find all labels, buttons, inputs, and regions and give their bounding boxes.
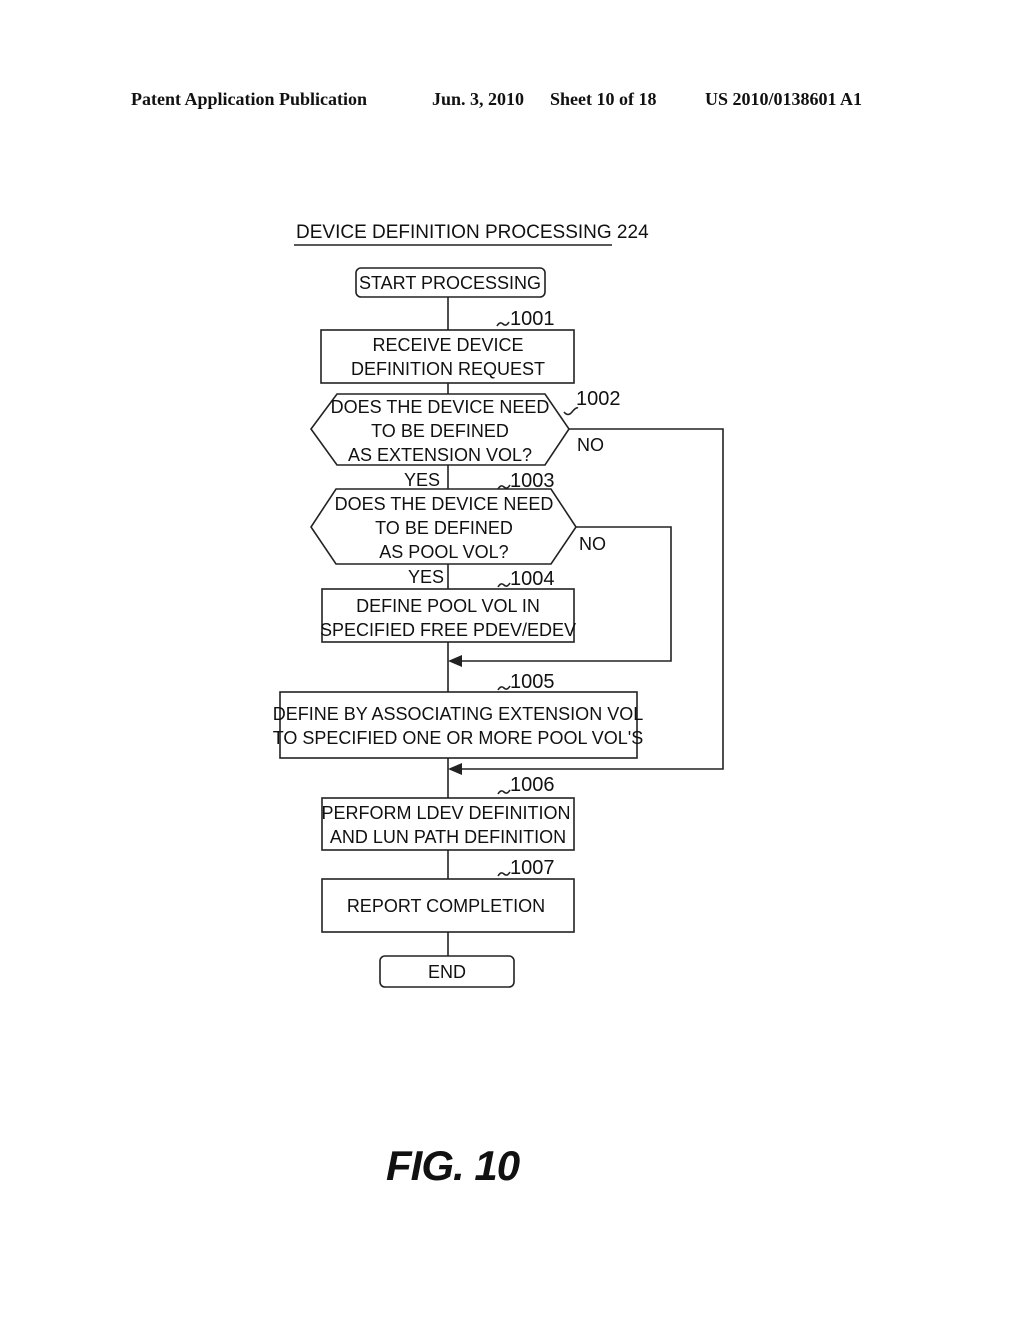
step-1005-line-1: DEFINE BY ASSOCIATING EXTENSION VOL — [273, 704, 643, 724]
step-1001-ref: 1001 — [510, 308, 555, 330]
decision-1003-ref: 1003 — [510, 470, 555, 492]
step-1005-line-2: TO SPECIFIED ONE OR MORE POOL VOL'S — [273, 728, 644, 748]
arrow-1002-no — [448, 763, 462, 775]
step-1006-line-1: PERFORM LDEV DEFINITION — [321, 803, 570, 823]
step-1001-line-2: DEFINITION REQUEST — [351, 359, 545, 379]
step-1006-line-2: AND LUN PATH DEFINITION — [330, 827, 566, 847]
leader-1006 — [497, 789, 511, 795]
flowchart: DEVICE DEFINITION PROCESSING 224 START P… — [273, 222, 724, 988]
arrow-1003-no — [448, 655, 462, 667]
leader-1005 — [497, 685, 511, 691]
figure-label: FIG. 10 — [386, 1142, 520, 1189]
step-1007-line-1: REPORT COMPLETION — [347, 896, 545, 916]
decision-1003-line-1: DOES THE DEVICE NEED — [335, 494, 554, 514]
step-1005-box — [279, 691, 638, 759]
step-1005-ref: 1005 — [510, 671, 555, 693]
step-1006-ref: 1006 — [510, 774, 555, 796]
decision-1003-no-label: NO — [579, 534, 606, 554]
start-label: START PROCESSING — [359, 273, 541, 293]
decision-1003-line-2: TO BE DEFINED — [375, 518, 513, 538]
decision-1003-line-3: AS POOL VOL? — [379, 542, 508, 562]
diagram-title: DEVICE DEFINITION PROCESSING 224 — [296, 222, 649, 243]
step-1004-line-1: DEFINE POOL VOL IN — [356, 596, 540, 616]
step-1007-ref: 1007 — [510, 857, 555, 879]
end-label: END — [428, 962, 466, 982]
leader-1004 — [497, 582, 511, 588]
decision-1002-yes-label: YES — [404, 470, 440, 490]
decision-1003-yes-label: YES — [408, 567, 444, 587]
step-1004-line-2: SPECIFIED FREE PDEV/EDEV — [320, 620, 576, 640]
step-1001-line-1: RECEIVE DEVICE — [372, 335, 523, 355]
leader-1002 — [563, 407, 579, 416]
decision-1002-no-label: NO — [577, 435, 604, 455]
leader-1001 — [496, 321, 510, 327]
decision-1002-line-3: AS EXTENSION VOL? — [348, 445, 532, 465]
decision-1002-ref: 1002 — [576, 388, 621, 410]
step-1004-ref: 1004 — [510, 568, 555, 590]
decision-1002-line-1: DOES THE DEVICE NEED — [331, 397, 550, 417]
leader-1007 — [497, 871, 511, 877]
decision-1002-line-2: TO BE DEFINED — [371, 421, 509, 441]
